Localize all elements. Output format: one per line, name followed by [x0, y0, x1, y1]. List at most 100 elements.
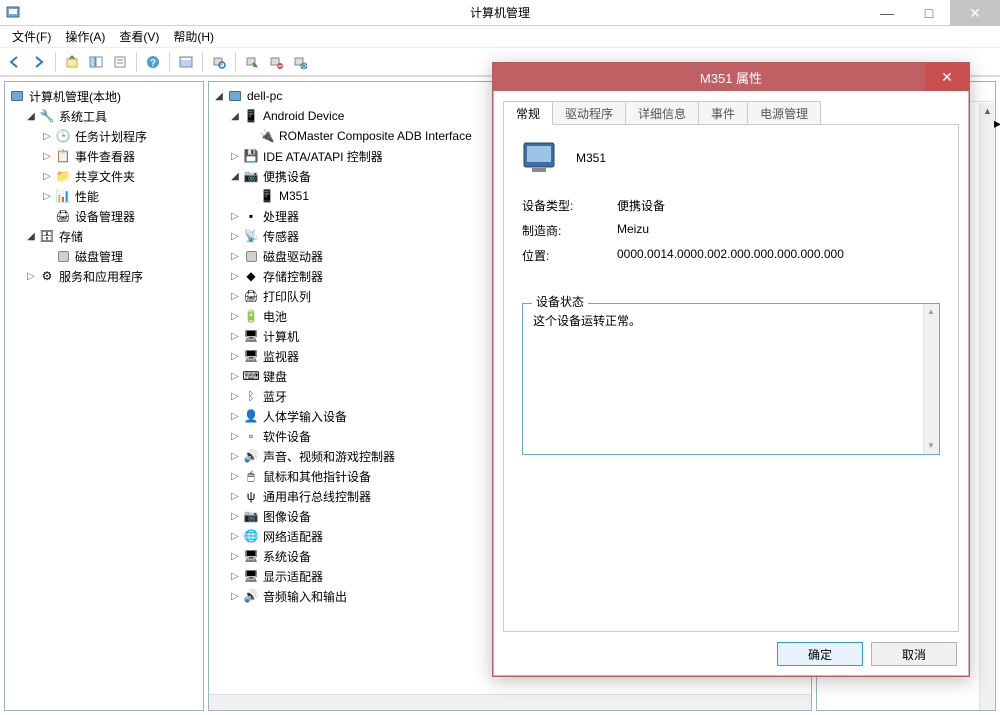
tree-label: 系统设备 [263, 548, 311, 565]
value-manufacturer: Meizu [617, 222, 649, 239]
device-large-icon [522, 141, 560, 175]
tree-label: ROMaster Composite ADB Interface [279, 129, 472, 143]
device-status-textbox[interactable]: 这个设备运转正常。 ▲ ▼ [522, 303, 940, 455]
tab-power[interactable]: 电源管理 [747, 101, 821, 125]
properties-button[interactable] [109, 51, 131, 73]
menu-view[interactable]: 查看(V) [113, 26, 165, 47]
tree-storage[interactable]: ◢🗄存储 [5, 226, 203, 246]
tree-shared-folders[interactable]: ▷📁共享文件夹 [5, 166, 203, 186]
expander-icon[interactable]: ▷ [229, 330, 241, 342]
expander-icon[interactable]: ▷ [229, 410, 241, 422]
tree-device-manager[interactable]: ▷🖨设备管理器 [5, 206, 203, 226]
device-name: M351 [576, 151, 606, 165]
tree-system-tools[interactable]: ◢🔧系统工具 [5, 106, 203, 126]
help-button[interactable]: ? [142, 51, 164, 73]
expander-icon[interactable]: ◢ [229, 110, 241, 122]
scroll-down-icon[interactable]: ▼ [923, 438, 939, 454]
tree-root[interactable]: 计算机管理(本地) [5, 86, 203, 106]
expander-icon[interactable]: ▷ [229, 370, 241, 382]
expander-icon[interactable]: ▷ [229, 510, 241, 522]
minimize-button[interactable]: — [866, 0, 908, 26]
expand-arrow-icon[interactable]: ▸ [994, 115, 1000, 132]
expander-icon[interactable]: ▷ [229, 530, 241, 542]
tree-label: 网络适配器 [263, 528, 323, 545]
expander-icon[interactable]: ▷ [229, 390, 241, 402]
expander-icon[interactable]: ▷ [229, 470, 241, 482]
expander-icon[interactable]: ▷ [41, 170, 53, 182]
tree-label: 软件设备 [263, 428, 311, 445]
tree-services-apps[interactable]: ▷⚙服务和应用程序 [5, 266, 203, 286]
expander-icon[interactable]: ▷ [229, 230, 241, 242]
close-button[interactable]: ✕ [950, 0, 1000, 26]
show-hide-tree-button[interactable] [85, 51, 107, 73]
maximize-button[interactable]: □ [908, 0, 950, 26]
tree-label: 图像设备 [263, 508, 311, 525]
tree-disk-management[interactable]: ▷磁盘管理 [5, 246, 203, 266]
expander-icon[interactable]: ▷ [229, 290, 241, 302]
keyboard-icon: ⌨ [243, 368, 259, 384]
expander-icon[interactable]: ◢ [213, 90, 225, 102]
tree-label: 存储 [59, 228, 83, 245]
expander-icon[interactable]: ▷ [229, 450, 241, 462]
expander-icon[interactable]: ▷ [229, 150, 241, 162]
console-tree[interactable]: 计算机管理(本地) ◢🔧系统工具 ▷🕒任务计划程序 ▷📋事件查看器 ▷📁共享文件… [4, 81, 204, 711]
label-manufacturer: 制造商: [522, 222, 617, 239]
expander-icon[interactable]: ▷ [229, 210, 241, 222]
scan-hardware-button[interactable] [208, 51, 230, 73]
dialog-titlebar[interactable]: M351 属性 ✕ [493, 63, 969, 91]
expander-icon[interactable]: ▷ [229, 490, 241, 502]
expander-icon[interactable]: ▷ [229, 430, 241, 442]
horizontal-scrollbar[interactable] [209, 694, 811, 710]
expander-icon[interactable]: ▷ [229, 270, 241, 282]
display-adapter-icon: 🖥 [243, 568, 259, 584]
scroll-up-icon[interactable]: ▲ [980, 103, 995, 119]
expander-icon[interactable]: ▷ [229, 590, 241, 602]
expander-icon[interactable]: ▷ [25, 270, 37, 282]
tab-driver[interactable]: 驱动程序 [552, 101, 626, 125]
expander-icon[interactable]: ▷ [229, 550, 241, 562]
expander-icon[interactable]: ◢ [25, 230, 37, 242]
tree-label: 处理器 [263, 208, 299, 225]
expander-icon[interactable]: ▷ [41, 150, 53, 162]
bluetooth-icon: ᛒ [243, 388, 259, 404]
up-button[interactable] [61, 51, 83, 73]
tab-events[interactable]: 事件 [698, 101, 748, 125]
expander-icon[interactable]: ◢ [229, 170, 241, 182]
disable-device-button[interactable] [265, 51, 287, 73]
tab-general[interactable]: 常规 [503, 101, 553, 125]
tab-content-general: M351 设备类型:便携设备 制造商:Meizu 位置:0000.0014.00… [503, 124, 959, 632]
uninstall-device-button[interactable] [289, 51, 311, 73]
dialog-close-button[interactable]: ✕ [925, 63, 969, 91]
tree-event-viewer[interactable]: ▷📋事件查看器 [5, 146, 203, 166]
menu-help[interactable]: 帮助(H) [167, 26, 220, 47]
computer-icon: 🖥 [243, 328, 259, 344]
properties-dialog: M351 属性 ✕ 常规 驱动程序 详细信息 事件 电源管理 M351 设备类型… [492, 62, 970, 677]
expander-icon[interactable]: ▷ [41, 130, 53, 142]
vertical-scrollbar[interactable]: ▲ [979, 103, 995, 710]
expander-icon[interactable]: ▷ [229, 350, 241, 362]
tree-performance[interactable]: ▷📊性能 [5, 186, 203, 206]
view-mode-button[interactable] [175, 51, 197, 73]
menu-file[interactable]: 文件(F) [6, 26, 57, 47]
computer-icon [9, 88, 25, 104]
cancel-button[interactable]: 取消 [871, 642, 957, 666]
tree-label: 鼠标和其他指针设备 [263, 468, 371, 485]
enable-device-button[interactable] [241, 51, 263, 73]
back-button[interactable] [4, 51, 26, 73]
dialog-body: 常规 驱动程序 详细信息 事件 电源管理 M351 设备类型:便携设备 制造商:… [493, 91, 969, 676]
expander-icon[interactable]: ◢ [25, 110, 37, 122]
expander-icon[interactable]: ▷ [229, 570, 241, 582]
tab-details[interactable]: 详细信息 [625, 101, 699, 125]
device-manager-icon: 🖨 [55, 208, 71, 224]
expander-icon[interactable]: ▷ [41, 190, 53, 202]
software-icon: ▫ [243, 428, 259, 444]
expander-icon[interactable]: ▷ [229, 250, 241, 262]
status-scrollbar[interactable]: ▲ ▼ [923, 304, 939, 454]
scroll-up-icon[interactable]: ▲ [923, 304, 939, 320]
forward-button[interactable] [28, 51, 50, 73]
tree-task-scheduler[interactable]: ▷🕒任务计划程序 [5, 126, 203, 146]
tree-label: dell-pc [247, 89, 282, 103]
menu-action[interactable]: 操作(A) [59, 26, 111, 47]
ok-button[interactable]: 确定 [777, 642, 863, 666]
expander-icon[interactable]: ▷ [229, 310, 241, 322]
